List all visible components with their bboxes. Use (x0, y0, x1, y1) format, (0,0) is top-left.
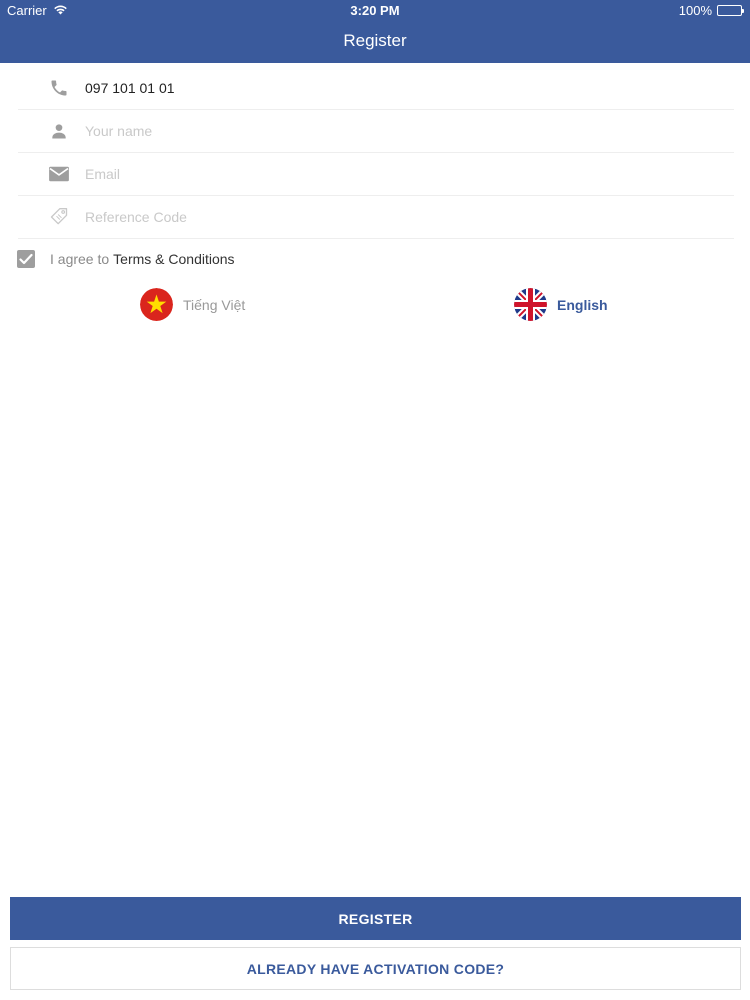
page-title: Register (343, 31, 407, 50)
name-row (18, 110, 734, 153)
language-english[interactable]: English (514, 288, 608, 321)
email-field[interactable] (85, 159, 734, 189)
agree-checkbox[interactable] (17, 250, 35, 268)
agree-text: I agree to (50, 251, 110, 267)
phone-row (18, 67, 734, 110)
status-right: 100% (678, 3, 744, 18)
register-form (18, 67, 734, 239)
checkmark-icon (19, 253, 33, 265)
activation-code-button[interactable]: ALREADY HAVE ACTIVATION CODE? (10, 947, 741, 990)
email-row (18, 153, 734, 196)
phone-field[interactable] (85, 73, 734, 103)
register-button[interactable]: REGISTER (10, 897, 741, 940)
top-bar: Carrier 3:20 PM 100% Register (0, 0, 750, 63)
register-screen: Carrier 3:20 PM 100% Register 097 101 01… (0, 0, 750, 1000)
language-vietnamese[interactable]: Tiếng Việt (140, 288, 245, 321)
battery-percent: 100% (678, 3, 712, 18)
tag-icon (48, 206, 70, 228)
terms-link[interactable]: Terms & Conditions (113, 251, 234, 267)
status-time: 3:20 PM (350, 3, 400, 18)
language-english-label: English (557, 296, 608, 313)
name-field[interactable] (85, 116, 734, 146)
agree-row: I agree to Terms & Conditions (17, 250, 235, 268)
uk-flag-icon (514, 288, 547, 321)
battery-icon (717, 5, 744, 16)
vietnam-flag-icon (140, 288, 173, 321)
phone-icon (48, 77, 70, 99)
reference-code-row (18, 196, 734, 239)
reference-code-field[interactable] (85, 202, 734, 232)
language-vietnamese-label: Tiếng Việt (183, 296, 246, 313)
person-icon (48, 120, 70, 142)
mail-icon (48, 163, 70, 185)
